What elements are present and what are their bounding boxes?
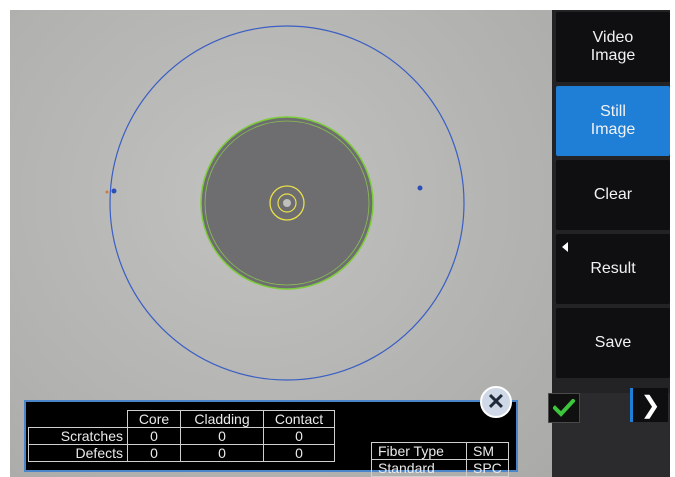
- next-page-button[interactable]: ❯: [630, 388, 668, 422]
- row-label-scratches: Scratches: [28, 427, 128, 445]
- header-cladding: Cladding: [180, 410, 264, 428]
- standard-label: Standard: [371, 459, 467, 477]
- header-spacer: [29, 411, 128, 428]
- defect-marker-left-orange: [105, 190, 109, 194]
- results-table: Core Cladding Contact Scratches 0 0 0 De…: [28, 410, 335, 462]
- defects-core: 0: [127, 444, 181, 462]
- defects-contact: 0: [263, 444, 335, 462]
- scratches-core: 0: [127, 427, 181, 445]
- side-menu: Video Image Still Image Clear Result Sav…: [552, 10, 670, 393]
- defects-cladding: 0: [180, 444, 264, 462]
- clear-button[interactable]: Clear: [556, 160, 670, 230]
- fiber-type-value: SM: [466, 442, 509, 460]
- pass-indicator: [548, 393, 580, 423]
- table-row: Scratches 0 0 0: [28, 427, 335, 445]
- result-label: Result: [590, 260, 636, 277]
- fiber-info-table: Fiber Type SM Standard SPC: [371, 442, 509, 477]
- scratches-cladding: 0: [180, 427, 264, 445]
- table-row: Standard SPC: [371, 459, 509, 477]
- triangle-left-icon: [562, 242, 568, 252]
- clear-label: Clear: [593, 186, 633, 203]
- close-button[interactable]: ✕: [480, 386, 512, 418]
- result-button[interactable]: Result: [556, 234, 670, 304]
- checkmark-icon: [553, 399, 575, 417]
- save-label: Save: [594, 334, 632, 351]
- still-image-button[interactable]: Still Image: [556, 86, 670, 156]
- defect-marker-left: [111, 188, 117, 194]
- scratches-contact: 0: [263, 427, 335, 445]
- chevron-right-icon: ❯: [640, 391, 661, 419]
- standard-value: SPC: [466, 459, 509, 477]
- core-center: [283, 199, 291, 207]
- header-contact: Contact: [263, 410, 335, 428]
- video-image-button[interactable]: Video Image: [556, 12, 670, 82]
- table-row: Defects 0 0 0: [28, 444, 335, 462]
- row-label-defects: Defects: [28, 444, 128, 462]
- result-panel: Core Cladding Contact Scratches 0 0 0 De…: [24, 400, 518, 477]
- close-icon: ✕: [486, 389, 506, 414]
- fiber-type-label: Fiber Type: [371, 442, 467, 460]
- header-core: Core: [127, 410, 181, 428]
- still-image-label: Still Image: [590, 103, 636, 138]
- video-image-label: Video Image: [590, 29, 636, 64]
- results-header-row: Core Cladding Contact: [29, 410, 335, 428]
- table-row: Fiber Type SM: [371, 442, 509, 460]
- defect-marker-right: [417, 185, 423, 191]
- save-button[interactable]: Save: [556, 308, 670, 378]
- inspection-screen: Video Image Still Image Clear Result Sav…: [10, 10, 670, 477]
